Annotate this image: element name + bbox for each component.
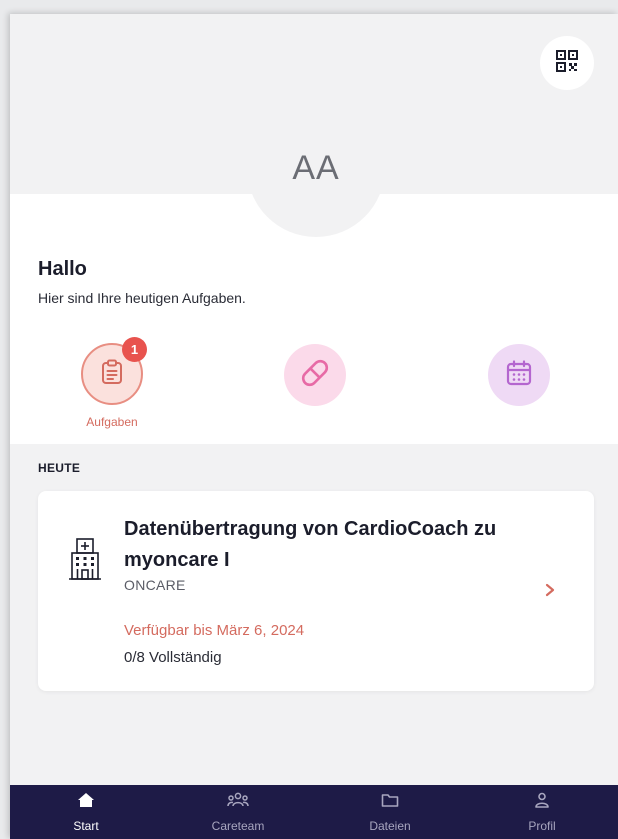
home-icon	[77, 792, 95, 813]
folder-icon	[381, 792, 399, 813]
qr-code-button[interactable]	[540, 36, 594, 90]
task-progress: 0/8 Vollständig	[124, 649, 222, 666]
clipboard-icon	[100, 359, 124, 390]
greeting-subtitle: Hier sind Ihre heutigen Aufgaben.	[38, 290, 246, 306]
tab-start-label: Start	[73, 818, 99, 833]
tab-dateien-label: Dateien	[369, 818, 411, 833]
task-organization: ONCARE	[124, 577, 186, 593]
avatar-initials: AA	[292, 148, 340, 187]
hospital-icon	[68, 537, 102, 586]
tab-careteam[interactable]: Careteam	[162, 785, 314, 839]
tab-start[interactable]: Start	[10, 785, 162, 839]
tab-dateien[interactable]: Dateien	[314, 785, 466, 839]
bottom-tab-bar: Start Careteam Dateien Profil	[10, 785, 618, 839]
task-count-badge: 1	[122, 337, 147, 362]
chevron-right-icon[interactable]	[544, 583, 556, 602]
calendar-button[interactable]	[488, 344, 550, 406]
calendar-icon	[505, 359, 533, 392]
tab-careteam-label: Careteam	[211, 818, 265, 833]
task-card[interactable]: Datenübertragung von CardioCoach zu myon…	[38, 491, 594, 691]
team-icon	[227, 792, 249, 813]
medication-button[interactable]	[284, 344, 346, 406]
tasks-label: Aufgaben	[86, 415, 138, 429]
tab-profil-label: Profil	[528, 818, 556, 833]
section-title-today: HEUTE	[38, 461, 81, 475]
pill-icon	[298, 356, 332, 395]
task-availability: Verfügbar bis März 6, 2024	[124, 622, 305, 639]
qr-code-icon	[556, 49, 578, 77]
avatar[interactable]: AA	[247, 99, 385, 237]
greeting-title: Hallo	[38, 258, 87, 280]
task-title: Datenübertragung von CardioCoach zu myon…	[124, 518, 497, 571]
app-screen: AA Hallo Hier sind Ihre heutigen Aufgabe…	[10, 14, 618, 839]
user-icon	[534, 792, 550, 813]
tab-profil[interactable]: Profil	[466, 785, 618, 839]
